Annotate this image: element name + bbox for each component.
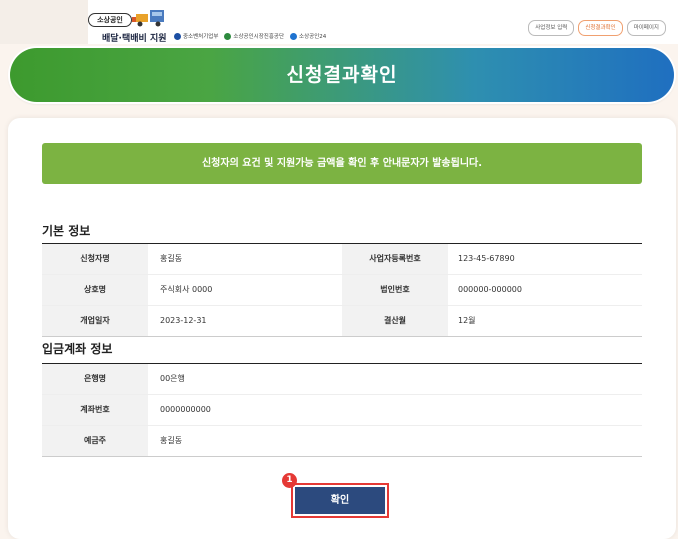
table-row: 개업일자 2023-12-31 결산월 12월 xyxy=(42,306,642,337)
table-row: 신청자명 홍길동 사업자등록번호 123-45-67890 xyxy=(42,244,642,275)
label-opening-date: 개업일자 xyxy=(42,306,148,336)
account-info-title: 입금계좌 정보 xyxy=(42,342,113,356)
value-settlement-month: 12월 xyxy=(458,316,476,325)
value-business-number: 123-45-67890 xyxy=(458,254,515,263)
table-row: 예금주 홍길동 xyxy=(42,426,642,457)
value-applicant-name: 홍길동 xyxy=(160,254,183,263)
label-corporate-number: 법인번호 xyxy=(342,275,448,305)
utility-links: 사업정보 입력 신청결과확인 마이페이지 xyxy=(528,20,666,36)
util-link-business-info[interactable]: 사업정보 입력 xyxy=(528,20,575,36)
partner-semas: 소상공인시장진흥공단 xyxy=(224,32,284,40)
value-account-number: 0000000000 xyxy=(160,405,211,414)
delivery-truck-icon xyxy=(132,10,164,27)
step-badge: 1 xyxy=(282,473,297,488)
label-business-number: 사업자등록번호 xyxy=(342,244,448,274)
logo-badge: 소상공인 xyxy=(88,13,132,27)
table-row: 은행명 00은행 xyxy=(42,364,642,395)
util-link-mypage[interactable]: 마이페이지 xyxy=(626,20,666,36)
confirm-highlight: 확인 xyxy=(291,483,389,518)
partner-logos: 중소벤처기업부 소상공인시장진흥공단 소상공인24 xyxy=(174,32,326,40)
page-banner: 신청결과확인 xyxy=(10,48,674,102)
label-applicant-name: 신청자명 xyxy=(42,244,148,274)
partner-mss: 중소벤처기업부 xyxy=(174,32,218,40)
value-corporate-number: 000000-000000 xyxy=(458,285,522,294)
value-account-holder: 홍길동 xyxy=(160,436,183,445)
label-settlement-month: 결산월 xyxy=(342,306,448,336)
account-info-table: 은행명 00은행 계좌번호 0000000000 예금주 홍길동 xyxy=(42,363,642,457)
table-row: 상호명 주식회사 0000 법인번호 000000-000000 xyxy=(42,275,642,306)
program-title: 배달·택배비 지원 xyxy=(102,34,167,44)
top-header: 소상공인 배달·택배비 지원 중소벤처기업부 소상공인시장진흥공단 소상공인24… xyxy=(0,0,678,44)
basic-info-table: 신청자명 홍길동 사업자등록번호 123-45-67890 상호명 주식회사 0… xyxy=(42,243,642,337)
notice-banner: 신청자의 요건 및 지원가능 금액을 확인 후 안내문자가 발송됩니다. xyxy=(42,143,642,184)
label-company-name: 상호명 xyxy=(42,275,148,305)
label-bank-name: 은행명 xyxy=(42,364,148,394)
util-link-result-check[interactable]: 신청결과확인 xyxy=(578,20,623,36)
value-opening-date: 2023-12-31 xyxy=(160,316,207,325)
basic-info-title: 기본 정보 xyxy=(42,224,91,238)
confirm-button[interactable]: 확인 xyxy=(295,487,385,514)
label-account-number: 계좌번호 xyxy=(42,395,148,425)
label-account-holder: 예금주 xyxy=(42,426,148,456)
partner-sbiz24: 소상공인24 xyxy=(290,32,326,40)
value-bank-name: 00은행 xyxy=(160,374,185,383)
header-left-bg xyxy=(0,0,88,44)
value-company-name: 주식회사 0000 xyxy=(160,285,213,294)
table-row: 계좌번호 0000000000 xyxy=(42,395,642,426)
page-title: 신청결과확인 xyxy=(286,64,398,86)
